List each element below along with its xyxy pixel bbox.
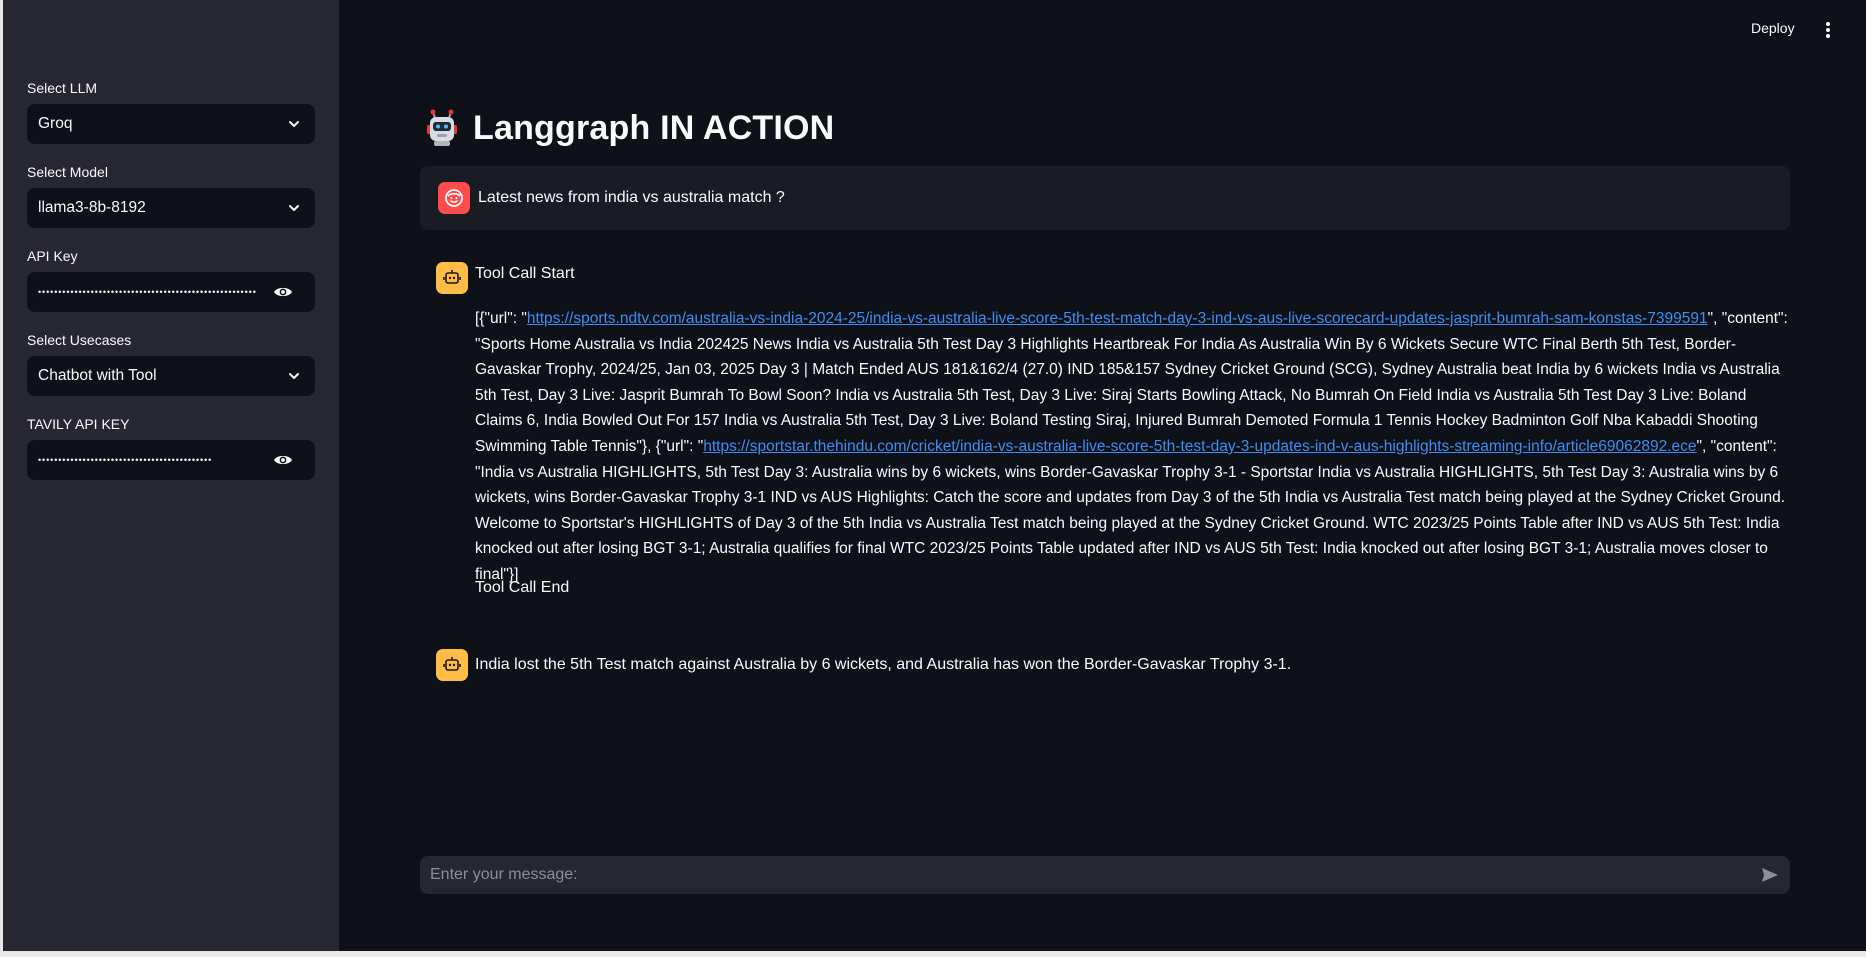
tool-output-text: [{"url": " (475, 310, 527, 327)
select-usecase-value: Chatbot with Tool (38, 367, 157, 384)
robot-icon (427, 109, 457, 146)
chat-input[interactable] (420, 856, 1740, 894)
page-title: Langgraph IN ACTION (473, 108, 835, 147)
tool-output-text: ", "content": "Sports Home Australia vs … (475, 310, 1788, 455)
assistant-avatar (436, 649, 468, 681)
tool-call-output: [{"url": "https://sports.ndtv.com/austra… (475, 306, 1791, 588)
tavily-key-label: TAVILY API KEY (27, 416, 130, 432)
page-title-row: Langgraph IN ACTION (423, 108, 834, 148)
select-model-label: Select Model (27, 164, 108, 180)
tavily-key-input[interactable]: ••••••••••••••••••••••••••••••••••••••••… (27, 440, 315, 480)
select-usecase-dropdown[interactable]: Chatbot with Tool (27, 356, 315, 396)
result-link-sportstar[interactable]: https://sportstar.thehindu.com/cricket/i… (703, 438, 1696, 455)
api-key-input[interactable]: ••••••••••••••••••••••••••••••••••••••••… (27, 272, 315, 312)
result-link-ndtv[interactable]: https://sports.ndtv.com/australia-vs-ind… (527, 310, 1708, 327)
select-llm-value: Groq (38, 115, 73, 132)
app-window: Select LLM Groq Select Model llama3-8b-8… (3, 0, 1866, 951)
eye-icon[interactable] (273, 284, 293, 300)
select-usecase-label: Select Usecases (27, 332, 132, 348)
smiley-icon (445, 189, 463, 207)
select-llm-label: Select LLM (27, 80, 98, 96)
chat-input-container (420, 856, 1790, 894)
eye-icon[interactable] (273, 452, 293, 468)
bot-icon (443, 270, 461, 284)
bot-icon (443, 657, 461, 671)
user-message-text: Latest news from india vs australia matc… (478, 189, 785, 206)
user-avatar (438, 182, 470, 214)
select-model-value: llama3-8b-8192 (38, 199, 146, 216)
select-model-dropdown[interactable]: llama3-8b-8192 (27, 188, 315, 228)
send-icon[interactable] (1760, 865, 1780, 885)
api-key-value: ••••••••••••••••••••••••••••••••••••••••… (38, 287, 257, 297)
select-llm-field: Select LLM Groq (27, 78, 315, 144)
chevron-down-icon (289, 373, 299, 379)
select-llm-dropdown[interactable]: Groq (27, 104, 315, 144)
tool-call-start: Tool Call Start (475, 265, 575, 282)
select-model-field: Select Model llama3-8b-8192 (27, 162, 315, 228)
user-message: Latest news from india vs australia matc… (420, 166, 1790, 230)
tavily-key-field: TAVILY API KEY •••••••••••••••••••••••••… (27, 414, 315, 480)
more-menu-icon[interactable] (1825, 21, 1831, 39)
api-key-label: API Key (27, 248, 78, 264)
tavily-key-value: ••••••••••••••••••••••••••••••••••••••••… (38, 455, 213, 465)
tool-output-text: ", "content": "India vs Australia HIGHLI… (475, 437, 1786, 583)
assistant-avatar (436, 262, 468, 294)
tool-call-end: Tool Call End (475, 579, 570, 596)
deploy-button[interactable]: Deploy (1751, 20, 1795, 36)
select-usecase-field: Select Usecases Chatbot with Tool (27, 330, 315, 396)
assistant-message-text: India lost the 5th Test match against Au… (475, 656, 1292, 673)
sidebar: Select LLM Groq Select Model llama3-8b-8… (3, 0, 339, 951)
chevron-down-icon (289, 205, 299, 211)
chevron-down-icon (289, 121, 299, 127)
api-key-field: API Key ••••••••••••••••••••••••••••••••… (27, 246, 315, 312)
